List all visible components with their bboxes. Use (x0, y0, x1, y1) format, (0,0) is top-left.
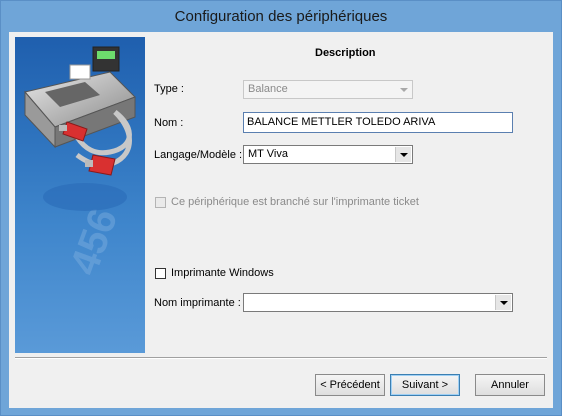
previous-button-label: < Précédent (320, 379, 380, 391)
window-title: Configuration des périphériques (174, 8, 388, 25)
langage-select[interactable]: MT Viva (243, 145, 413, 164)
langage-label: Langage/Modèle : (154, 149, 243, 161)
type-select-value: Balance (248, 83, 288, 95)
ticket-printer-checkbox (155, 197, 166, 208)
next-button-label: Suivant > (401, 379, 449, 391)
footer-divider (15, 357, 547, 359)
previous-button[interactable]: < Précédent (315, 374, 385, 396)
sidebar-illustration: 456 (15, 37, 145, 353)
ticket-printer-label: Ce périphérique est branché sur l'imprim… (171, 196, 419, 208)
nom-input-value: BALANCE METTLER TOLEDO ARIVA (247, 116, 436, 128)
windows-printer-label[interactable]: Imprimante Windows (171, 267, 274, 279)
cash-register-illustration: 456 (24, 46, 136, 281)
printer-dropdown-button[interactable] (495, 295, 511, 310)
dialog-client-area: 456 Description Type: Balance Nom: BAL… (9, 32, 553, 408)
decorative-digits: 456 (62, 203, 126, 281)
cancel-button[interactable]: Annuler (475, 374, 545, 396)
printer-name-select[interactable] (243, 293, 513, 312)
printer-name-label: Nom imprimante : (154, 297, 241, 309)
langage-select-value: MT Viva (248, 148, 288, 160)
section-title: Description (315, 47, 376, 59)
type-label: Type : (154, 83, 184, 95)
type-dropdown-button (396, 82, 411, 97)
chevron-down-icon (500, 301, 508, 305)
cancel-button-label: Annuler (491, 379, 529, 391)
next-button[interactable]: Suivant > (390, 374, 460, 396)
nom-label: Nom : (154, 117, 184, 129)
dialog-window: Configuration des périphériques 456 Desc… (0, 0, 562, 416)
windows-printer-checkbox[interactable] (155, 268, 166, 279)
chevron-down-icon (400, 88, 408, 92)
nom-input[interactable]: BALANCE METTLER TOLEDO ARIVA (243, 112, 513, 133)
langage-dropdown-button[interactable] (395, 147, 411, 162)
title-bar[interactable]: Configuration des périphériques (1, 1, 561, 33)
chevron-down-icon (400, 153, 408, 157)
type-select: Balance (243, 80, 413, 99)
